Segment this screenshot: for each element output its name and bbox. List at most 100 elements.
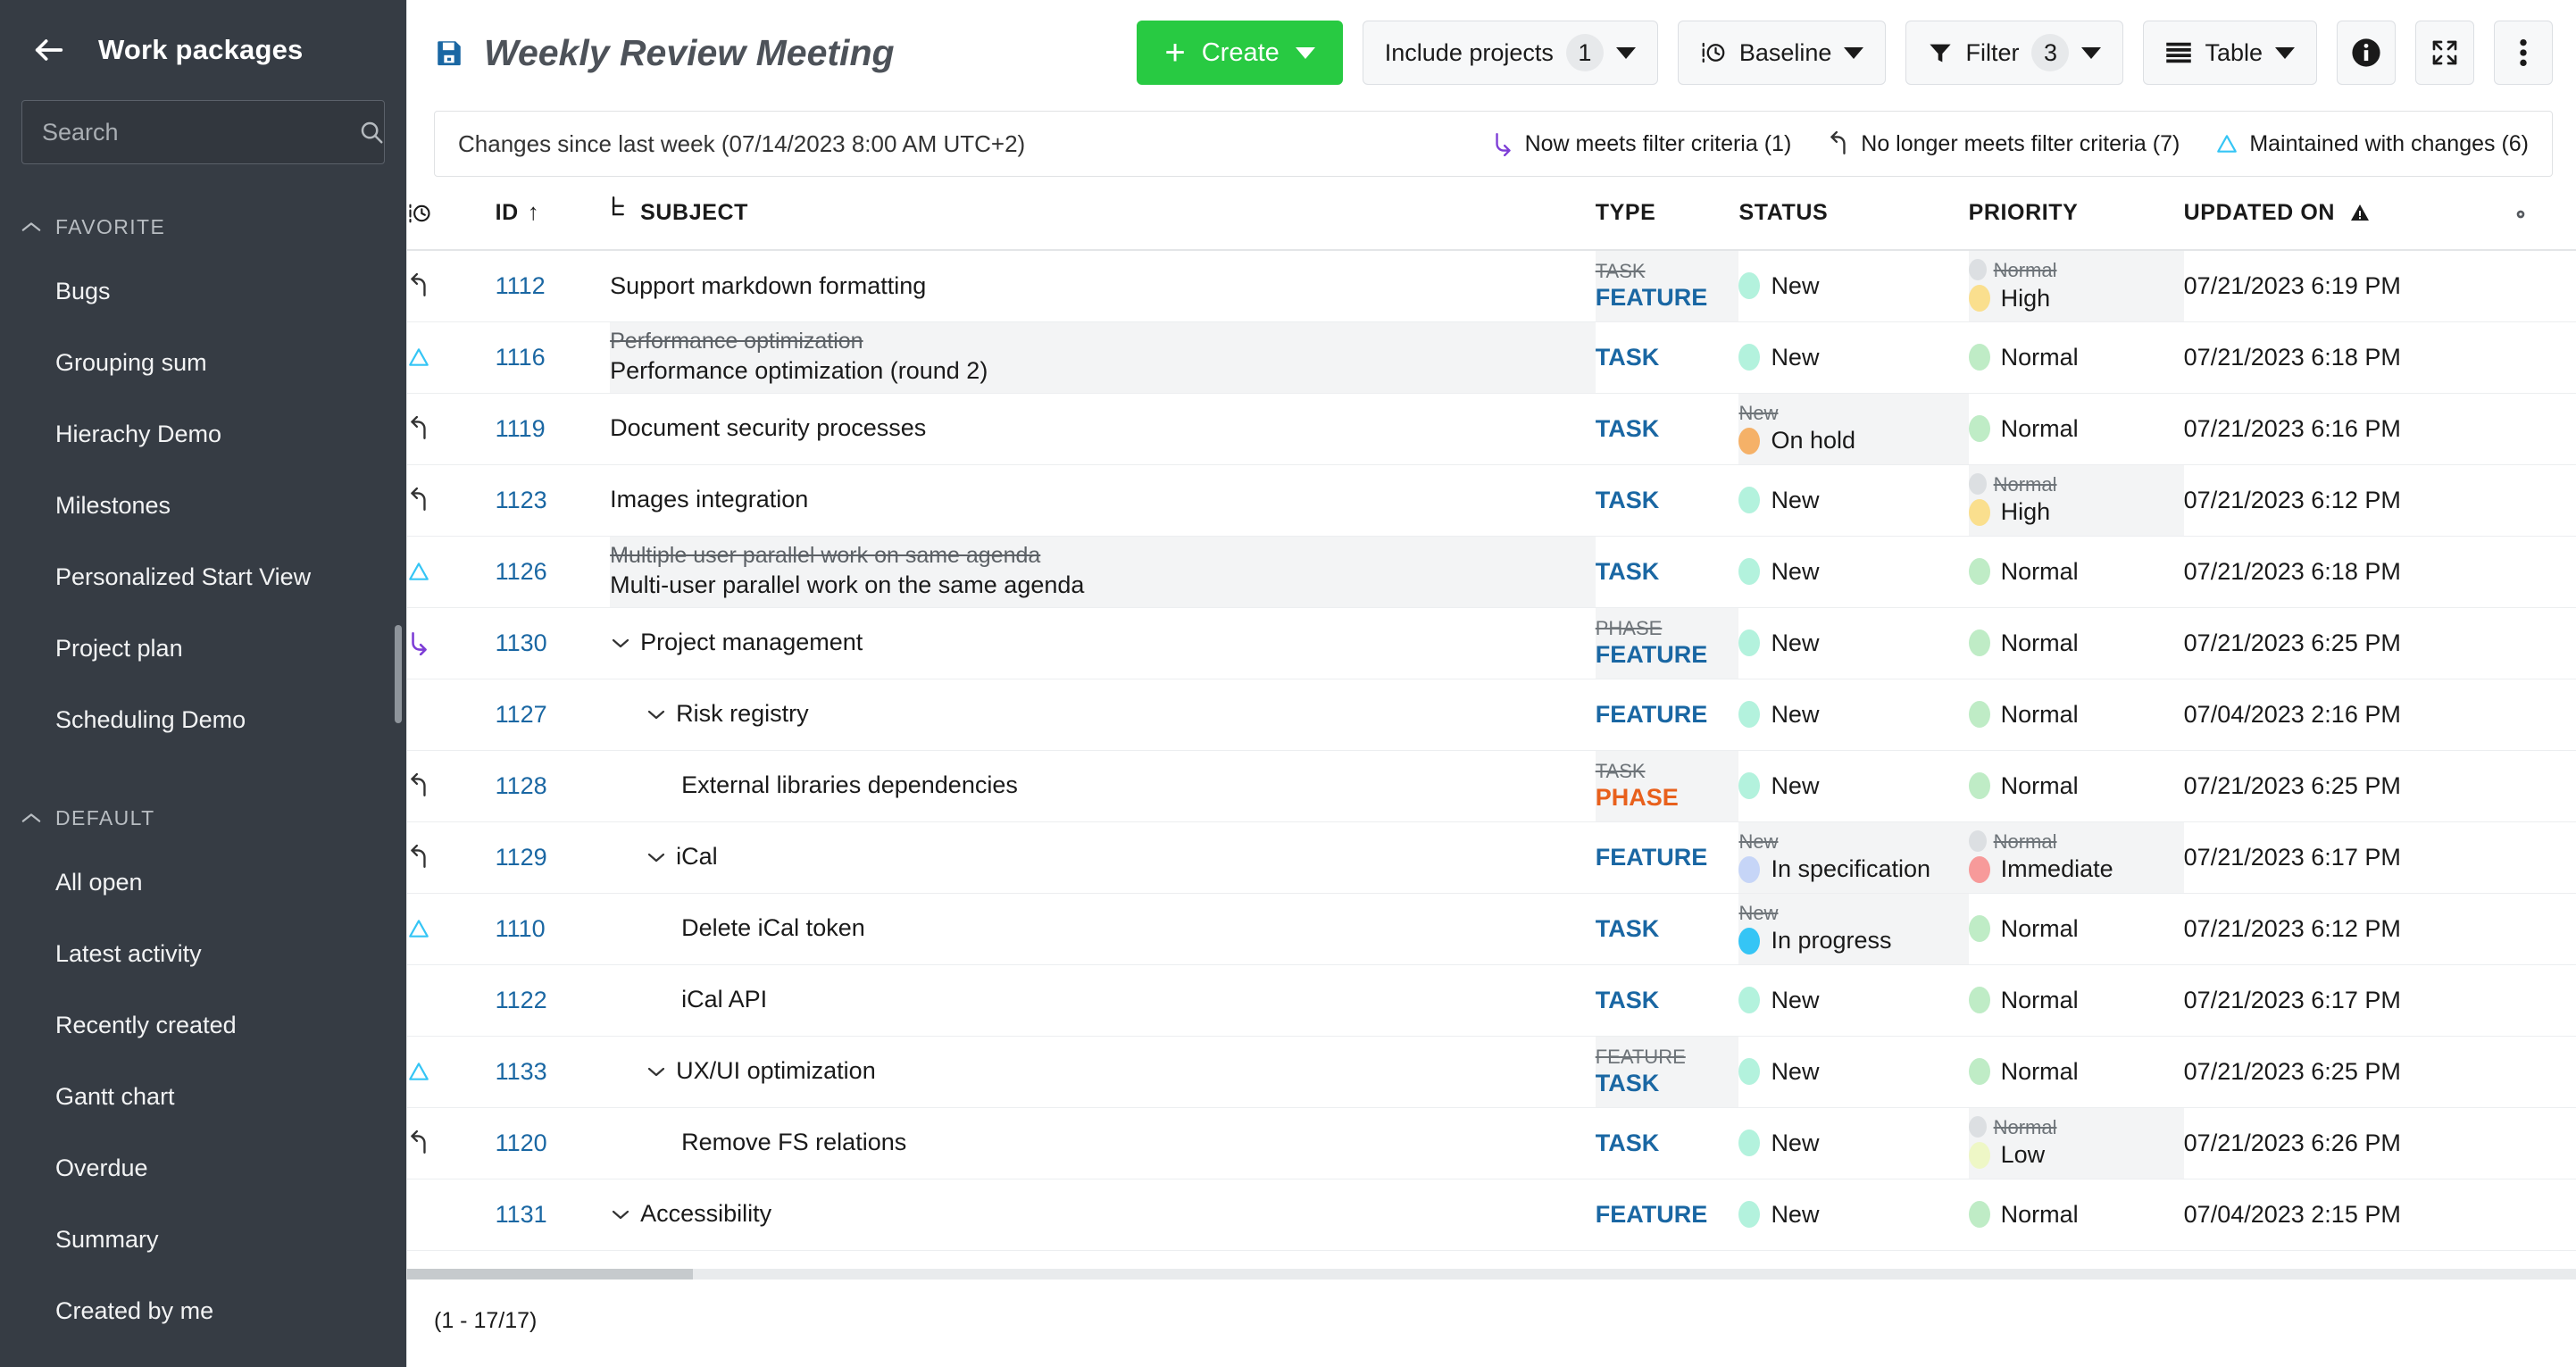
expand-collapse-icon[interactable] [646,850,676,864]
column-header-status[interactable]: STATUS [1738,196,1969,251]
row-type-cell[interactable]: FEATURE TASK [1595,1036,1739,1108]
column-header-id[interactable]: ID ↑ [495,196,611,251]
row-status-cell[interactable]: New [1738,321,1969,394]
search-box[interactable] [21,100,385,164]
fullscreen-button[interactable] [2415,21,2474,85]
create-button[interactable]: + Create [1137,21,1343,85]
sidebar-item-scheduling-demo[interactable]: Scheduling Demo [0,684,406,755]
table-row[interactable]: 1112 Support markdown formatting TASK FEATU… [407,250,2576,322]
row-id-cell[interactable]: 1127 [495,679,611,751]
row-status-cell[interactable]: New [1738,250,1969,322]
row-id-cell[interactable]: 1123 [495,464,611,537]
sidebar-item-bugs[interactable]: Bugs [0,255,406,327]
row-priority-cell[interactable]: Normal High [1968,464,2184,537]
work-package-id-link[interactable]: 1126 [496,558,547,585]
row-subject-cell[interactable]: Risk registry [610,679,1596,751]
row-status-cell[interactable]: New [1738,750,1969,822]
work-package-id-link[interactable]: 1112 [496,272,546,299]
row-priority-cell[interactable]: Normal [1968,964,2184,1037]
horizontal-scrollbar-thumb[interactable] [407,1269,693,1279]
row-priority-cell[interactable]: Normal [1968,607,2184,679]
work-package-id-link[interactable]: 1120 [496,1129,547,1156]
row-type-cell[interactable]: TASK [1595,393,1739,465]
sidebar-item-created-by-me[interactable]: Created by me [0,1275,406,1346]
work-package-id-link[interactable]: 1131 [496,1201,547,1228]
gear-icon[interactable] [2509,203,2576,226]
sidebar-item-personalized-start-view[interactable]: Personalized Start View [0,541,406,613]
filter-button[interactable]: Filter 3 [1905,21,2124,85]
column-header-updated-on[interactable]: UPDATED ON [2183,196,2509,251]
baseline-button[interactable]: Baseline [1677,21,1887,85]
row-priority-cell[interactable]: Normal [1968,679,2184,751]
work-package-id-link[interactable]: 1122 [496,987,547,1013]
row-status-cell[interactable]: New [1738,536,1969,608]
column-header-priority[interactable]: PRIORITY [1968,196,2184,251]
work-package-id-link[interactable]: 1133 [496,1058,547,1085]
row-subject-cell[interactable]: Document security processes [610,393,1596,465]
row-type-cell[interactable]: FEATURE [1595,1179,1739,1251]
search-icon[interactable] [358,119,385,146]
info-button[interactable] [2337,21,2396,85]
table-row[interactable]: 1119 Document security processes TASK New On… [407,393,2576,465]
row-type-cell[interactable]: TASK [1595,893,1739,965]
sidebar-item-latest-activity[interactable]: Latest activity [0,918,406,989]
row-subject-cell[interactable]: Images integration [610,464,1596,537]
work-package-id-link[interactable]: 1110 [496,915,546,942]
sidebar-item-project-plan[interactable]: Project plan [0,613,406,684]
column-header-type[interactable]: TYPE [1595,196,1739,251]
row-type-cell[interactable]: TASK [1595,1107,1739,1179]
sidebar-section-default[interactable]: DEFAULT [0,789,406,846]
expand-collapse-icon[interactable] [646,707,676,721]
legend-now-meets-criteria[interactable]: Now meets filter criteria (1) [1491,131,1791,157]
row-priority-cell[interactable]: Normal [1968,1036,2184,1108]
work-package-id-link[interactable]: 1123 [496,487,547,513]
row-subject-cell[interactable]: iCal [610,821,1596,894]
row-priority-cell[interactable]: Normal [1968,750,2184,822]
table-row[interactable]: 1122 iCal API TASK New Normal 07/21/2023 6:17… [407,964,2576,1037]
row-status-cell[interactable]: New [1738,679,1969,751]
sidebar-scrollbar-thumb[interactable] [395,625,402,723]
row-id-cell[interactable]: 1110 [495,893,611,965]
back-arrow-icon[interactable] [21,22,77,78]
table-row[interactable]: 1110 Delete iCal token TASK New In progress N… [407,893,2576,965]
search-input[interactable] [42,118,358,146]
column-header-settings[interactable] [2508,196,2576,251]
work-package-id-link[interactable]: 1129 [496,844,547,871]
row-subject-cell[interactable]: Remove FS relations [610,1107,1596,1179]
row-status-cell[interactable]: New [1738,607,1969,679]
row-priority-cell[interactable]: Normal [1968,536,2184,608]
row-type-cell[interactable]: TASK [1595,321,1739,394]
sidebar-item-all-open[interactable]: All open [0,846,406,918]
expand-collapse-icon[interactable] [610,1207,640,1221]
row-subject-cell[interactable]: Performance optimization Performance opti… [610,321,1596,394]
row-id-cell[interactable]: 1126 [495,536,611,608]
table-row[interactable]: 1126 Multiple user parallel work on same … [407,536,2576,608]
sidebar-item-gantt-chart[interactable]: Gantt chart [0,1061,406,1132]
sidebar-item-milestones[interactable]: Milestones [0,470,406,541]
column-header-subject[interactable]: SUBJECT [610,196,1596,251]
legend-maintained-with-changes[interactable]: Maintained with changes (6) [2215,131,2529,157]
row-priority-cell[interactable]: Normal Low [1968,1107,2184,1179]
table-row[interactable]: 1130 Project management PHASE FEATURE New Nor… [407,607,2576,679]
row-id-cell[interactable]: 1119 [495,393,611,465]
work-package-id-link[interactable]: 1119 [496,415,546,442]
row-subject-cell[interactable]: iCal API [610,964,1596,1037]
table-row[interactable]: 1127 Risk registry FEATURE New Normal 07/04/2… [407,679,2576,751]
row-type-cell[interactable]: FEATURE [1595,679,1739,751]
row-type-cell[interactable]: PHASE FEATURE [1595,607,1739,679]
row-subject-cell[interactable]: Delete iCal token [610,893,1596,965]
row-priority-cell[interactable]: Normal [1968,893,2184,965]
row-subject-cell[interactable]: Project management [610,607,1596,679]
row-subject-cell[interactable]: Multiple user parallel work on same agen… [610,536,1596,608]
row-priority-cell[interactable]: Normal [1968,321,2184,394]
row-id-cell[interactable]: 1116 [495,321,611,394]
row-priority-cell[interactable]: Normal Immediate [1968,821,2184,894]
row-id-cell[interactable]: 1131 [495,1179,611,1251]
row-subject-cell[interactable]: Accessibility [610,1179,1596,1251]
table-row[interactable]: 1131 Accessibility FEATURE New Normal 07/04/2… [407,1179,2576,1251]
sidebar-item-recently-created[interactable]: Recently created [0,989,406,1061]
row-type-cell[interactable]: TASK [1595,536,1739,608]
table-row[interactable]: 1128 External libraries dependencies TASK P… [407,750,2576,822]
table-row[interactable]: 1123 Images integration TASK New Normal High 0… [407,464,2576,537]
row-status-cell[interactable]: New [1738,464,1969,537]
